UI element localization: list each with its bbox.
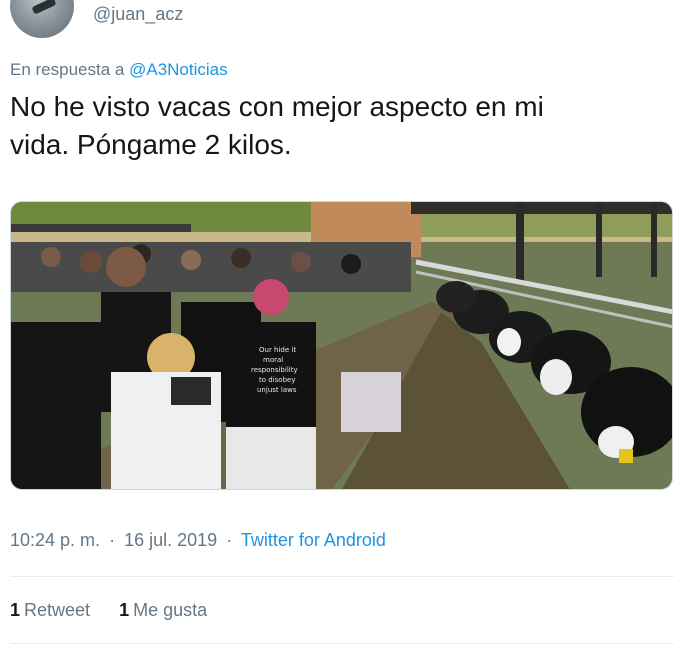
tweet-stats: 1 Retweet 1 Me gusta bbox=[10, 600, 231, 621]
tweet-time[interactable]: 10:24 p. m. bbox=[10, 530, 100, 550]
retweets-count: 1 bbox=[10, 600, 21, 620]
shirt-text-3: responsibility bbox=[251, 366, 298, 374]
shirt-text-2: moral bbox=[263, 356, 283, 364]
retweets-label: Retweet bbox=[24, 600, 91, 620]
tweet-photo[interactable]: Our hide it moral responsibility to diso… bbox=[10, 201, 673, 490]
tweet-meta: 10:24 p. m. · 16 jul. 2019 · Twitter for… bbox=[10, 530, 386, 551]
likes-count: 1 bbox=[119, 600, 130, 620]
likes-label: Me gusta bbox=[133, 600, 208, 620]
retweets-stat[interactable]: 1 Retweet bbox=[10, 600, 90, 621]
divider-top bbox=[10, 576, 674, 577]
shirt-text-4: to disobey bbox=[259, 376, 295, 384]
tweet-text-line-1: No he visto vacas con mejor aspecto en m… bbox=[10, 91, 544, 122]
user-handle[interactable]: @juan_acz bbox=[93, 4, 183, 25]
photo-illustration: Our hide it moral responsibility to diso… bbox=[11, 202, 672, 489]
likes-stat[interactable]: 1 Me gusta bbox=[119, 600, 207, 621]
user-avatar[interactable] bbox=[10, 0, 74, 38]
shirt-text-1: Our hide it bbox=[259, 346, 296, 354]
tweet-date[interactable]: 16 jul. 2019 bbox=[124, 530, 217, 550]
tweet-source-link[interactable]: Twitter for Android bbox=[241, 530, 386, 550]
reply-context: En respuesta a @A3Noticias bbox=[10, 60, 228, 80]
tweet-text: No he visto vacas con mejor aspecto en m… bbox=[10, 88, 650, 164]
reply-prefix: En respuesta a bbox=[10, 60, 125, 79]
meta-separator: · bbox=[109, 530, 116, 550]
tweet-header: @juan_acz bbox=[0, 0, 680, 40]
reply-mention-link[interactable]: @A3Noticias bbox=[129, 60, 228, 79]
meta-separator-2: · bbox=[226, 530, 233, 550]
divider-bottom bbox=[10, 643, 674, 644]
tweet-text-line-2: vida. Póngame 2 kilos. bbox=[10, 129, 292, 160]
shirt-text-5: unjust laws bbox=[257, 386, 297, 394]
